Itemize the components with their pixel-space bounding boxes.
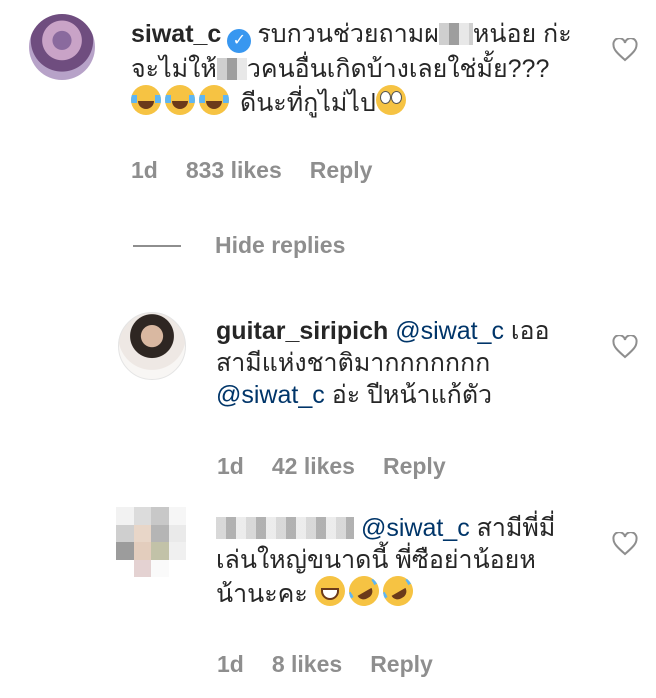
timestamp[interactable]: 1d bbox=[217, 453, 244, 480]
comment-body-e: ดีนะที่กูไม่ไป bbox=[239, 89, 376, 117]
blurred-word bbox=[216, 58, 247, 80]
comment-body-a: สามีพี่มี่ bbox=[476, 514, 556, 542]
face-with-tears-of-joy-icon bbox=[199, 85, 229, 115]
face-with-rolling-eyes-icon bbox=[375, 85, 406, 115]
blurred-username bbox=[216, 517, 354, 539]
comment-body-c: จะไม่ให้ bbox=[131, 55, 217, 83]
username[interactable]: siwat_c bbox=[131, 20, 221, 48]
comment-body-a: รบกวนช่วยถามผ bbox=[257, 20, 439, 48]
divider-line bbox=[133, 244, 181, 247]
likes-count[interactable]: 8 likes bbox=[272, 651, 342, 678]
reply-button[interactable]: Reply bbox=[310, 157, 373, 184]
face-with-tears-of-joy-icon bbox=[165, 85, 195, 115]
grinning-squinting-face-icon bbox=[314, 576, 345, 606]
comment-body-c: น้านะคะ bbox=[216, 580, 308, 608]
comment-text: siwat_c ✓ รบกวนช่วยถามผ หน่อย ก่ะ จะไม่ให้ ว… bbox=[131, 18, 601, 119]
comment-text: guitar_siripich @siwat_c เออ สามีแห่งชาต… bbox=[216, 315, 596, 411]
comment-body-a: เออ bbox=[510, 317, 550, 345]
like-heart-icon[interactable] bbox=[612, 38, 638, 62]
like-heart-icon[interactable] bbox=[612, 335, 638, 359]
comment-meta: 1d 8 likes Reply bbox=[217, 651, 433, 678]
likes-count[interactable]: 42 likes bbox=[272, 453, 355, 480]
like-heart-icon[interactable] bbox=[612, 532, 638, 556]
avatar[interactable] bbox=[116, 507, 186, 577]
comment-body-c: อ่ะ ปีหน้าแก้ตัว bbox=[331, 381, 493, 409]
reply-button[interactable]: Reply bbox=[383, 453, 446, 480]
likes-count[interactable]: 833 likes bbox=[186, 157, 282, 184]
face-with-tears-of-joy-icon bbox=[131, 85, 161, 115]
comment-body-d: วคนอื่นเกิดบ้างเลยใช่มั้ย??? bbox=[246, 55, 550, 83]
comment-meta: 1d 833 likes Reply bbox=[131, 157, 372, 184]
timestamp[interactable]: 1d bbox=[131, 157, 158, 184]
comment-body-b: เล่นใหญ่ขนาดนี้ พี่ซือย่าน้อยห bbox=[216, 546, 536, 574]
rolling-on-the-floor-laughing-icon bbox=[343, 570, 385, 612]
mention-link[interactable]: @siwat_c bbox=[216, 381, 325, 409]
verified-badge-icon: ✓ bbox=[227, 29, 252, 53]
rolling-on-the-floor-laughing-icon bbox=[377, 570, 419, 612]
mention-link[interactable]: @siwat_c bbox=[361, 514, 470, 542]
mention-link[interactable]: @siwat_c bbox=[395, 317, 504, 345]
timestamp[interactable]: 1d bbox=[217, 651, 244, 678]
blurred-word bbox=[438, 23, 473, 45]
hide-replies-label: Hide replies bbox=[215, 232, 346, 258]
comment-body-b: สามีแห่งชาติมากกกกกกก bbox=[216, 349, 491, 377]
reply-button[interactable]: Reply bbox=[370, 651, 433, 678]
comment-meta: 1d 42 likes Reply bbox=[217, 453, 446, 480]
avatar[interactable] bbox=[118, 312, 186, 380]
comment-text: @siwat_c สามีพี่มี่ เล่นใหญ่ขนาดนี้ พี่ซ… bbox=[216, 512, 596, 612]
hide-replies-toggle[interactable]: Hide replies bbox=[133, 232, 345, 259]
avatar[interactable] bbox=[29, 14, 95, 80]
username[interactable]: guitar_siripich bbox=[216, 317, 388, 345]
comment-body-b: หน่อย ก่ะ bbox=[472, 20, 572, 48]
